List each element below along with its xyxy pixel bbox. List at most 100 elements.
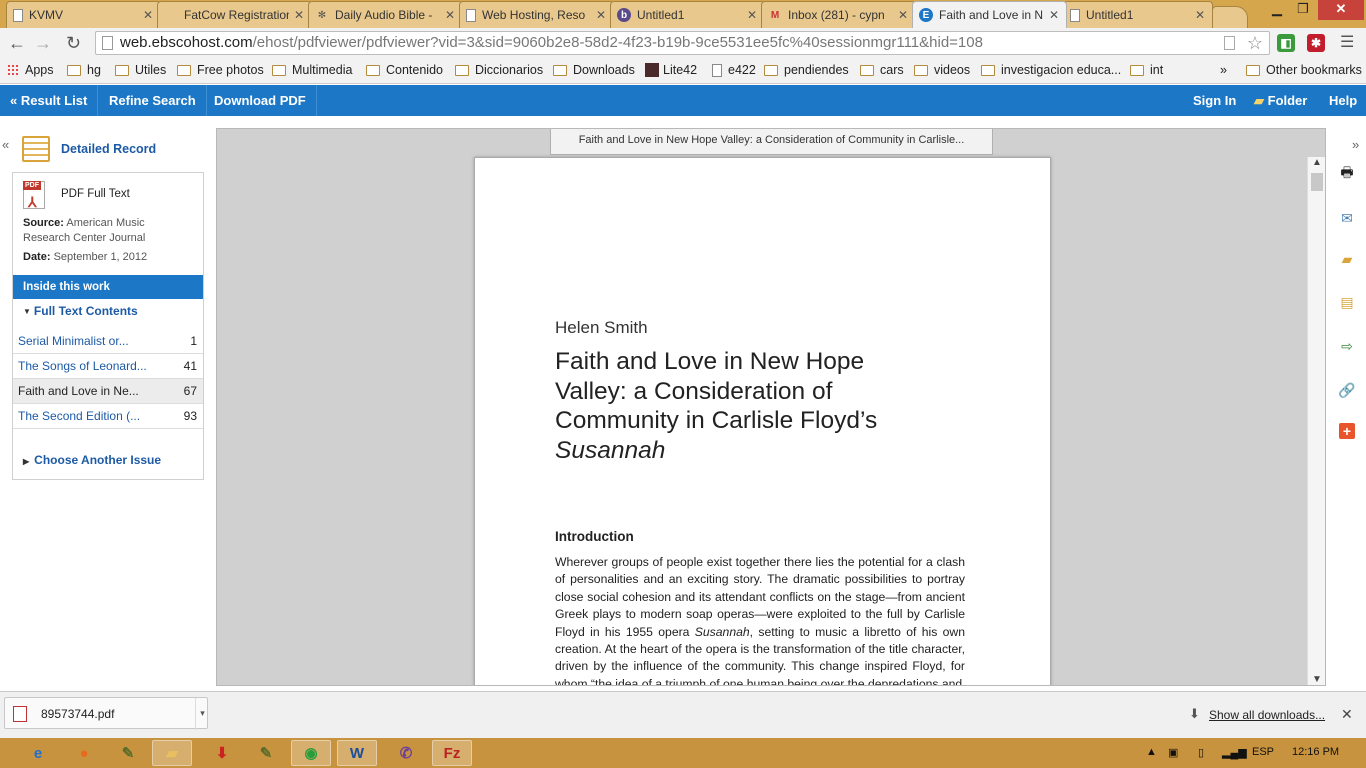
- b-icon: b: [617, 8, 631, 22]
- save-folder-icon[interactable]: ▰: [1337, 250, 1357, 268]
- triangle-down-icon: ▼: [23, 307, 31, 317]
- download-item[interactable]: 89573744.pdf ▾: [4, 697, 209, 730]
- bookmark-apps[interactable]: Apps: [7, 63, 54, 77]
- tab-kvmv[interactable]: KVMV ✕: [6, 1, 161, 28]
- bookmark-free-photos[interactable]: Free photos: [177, 63, 264, 77]
- word-icon[interactable]: W: [337, 740, 377, 766]
- tab-untitled1[interactable]: Untitled1 ✕: [1063, 1, 1213, 28]
- maximize-button[interactable]: ❐: [1290, 0, 1316, 20]
- other-bookmarks[interactable]: Other bookmarks: [1246, 63, 1362, 77]
- pdf-page-icon[interactable]: [1224, 36, 1235, 50]
- bookmark-videos[interactable]: videos: [914, 63, 970, 77]
- folder-icon: [177, 64, 191, 76]
- scroll-down-icon[interactable]: ▼: [1312, 674, 1322, 685]
- close-tab-icon[interactable]: ✕: [746, 8, 758, 22]
- reload-icon[interactable]: ↻: [66, 33, 81, 53]
- bookmark-utiles[interactable]: Utiles: [115, 63, 166, 77]
- email-icon[interactable]: ✉: [1337, 209, 1357, 227]
- print-icon[interactable]: 🖶: [1337, 164, 1357, 183]
- page-icon: [102, 36, 113, 50]
- tab-untitled1-b[interactable]: b Untitled1 ✕: [610, 1, 765, 28]
- minimize-button[interactable]: ▁: [1264, 0, 1290, 20]
- show-all-downloads-link[interactable]: Show all downloads...: [1209, 708, 1325, 722]
- bookmark-int[interactable]: int: [1130, 63, 1163, 77]
- firefox-icon[interactable]: ●: [64, 740, 104, 766]
- close-tab-icon[interactable]: ✕: [293, 8, 305, 22]
- pen-app-2-icon[interactable]: ✎: [246, 740, 286, 766]
- cite-icon[interactable]: ▤: [1337, 293, 1357, 311]
- tab-faith-and-love[interactable]: E Faith and Love in N ✕: [912, 1, 1067, 28]
- bookmark-pendiendes[interactable]: pendiendes: [764, 63, 849, 77]
- toc-item-current[interactable]: Faith and Love in Ne... 67: [13, 379, 203, 404]
- result-list-link[interactable]: « Result List: [0, 85, 99, 116]
- choose-another-issue-link[interactable]: ▶ Choose Another Issue: [23, 453, 161, 467]
- toc-item[interactable]: The Second Edition (... 93: [13, 404, 203, 429]
- bookmark-downloads[interactable]: Downloads: [553, 63, 635, 77]
- export-icon[interactable]: ⇨: [1337, 337, 1357, 355]
- permalink-icon[interactable]: 🔗: [1337, 381, 1357, 399]
- pen-app-icon[interactable]: ✎: [108, 740, 148, 766]
- close-tab-icon[interactable]: ✕: [142, 8, 154, 22]
- extension-green-icon[interactable]: ◧: [1277, 34, 1295, 52]
- article-title: Faith and Love in New Hope Valley: a Con…: [555, 348, 878, 464]
- bookmark-diccionarios[interactable]: Diccionarios: [455, 63, 543, 77]
- bookmarks-overflow-button[interactable]: »: [1220, 63, 1227, 77]
- bookmark-e422[interactable]: e422: [712, 63, 756, 77]
- pdf-viewer[interactable]: Faith and Love in New Hope Valley: a Con…: [216, 128, 1326, 686]
- back-icon[interactable]: ←: [8, 33, 26, 53]
- file-explorer-icon[interactable]: ▰: [152, 740, 192, 766]
- collapse-left-icon[interactable]: «: [2, 137, 9, 152]
- bookmark-investigacion[interactable]: investigacion educa...: [981, 63, 1121, 77]
- collapse-right-icon[interactable]: »: [1352, 137, 1359, 152]
- bookmark-cars[interactable]: cars: [860, 63, 904, 77]
- forward-icon[interactable]: →: [34, 33, 52, 53]
- close-tab-icon[interactable]: ✕: [444, 8, 456, 22]
- bookmark-hg[interactable]: hg: [67, 63, 101, 77]
- close-window-button[interactable]: ✕: [1318, 0, 1364, 20]
- ie-icon[interactable]: e: [18, 740, 58, 766]
- clock[interactable]: 12:16 PM: [1292, 746, 1339, 758]
- close-tab-icon[interactable]: ✕: [595, 8, 607, 22]
- toc-item[interactable]: Serial Minimalist or... 1: [13, 329, 203, 354]
- address-bar[interactable]: web.ebscohost.com/ehost/pdfviewer/pdfvie…: [95, 31, 1270, 55]
- share-plus-icon[interactable]: +: [1339, 423, 1355, 439]
- viber-icon[interactable]: ✆: [386, 740, 426, 766]
- tab-daily-audio-bible[interactable]: ✻ Daily Audio Bible - ✕: [308, 1, 463, 28]
- help-link[interactable]: Help: [1319, 85, 1366, 116]
- signal-icon[interactable]: ▂▄▆: [1222, 746, 1247, 759]
- language-indicator[interactable]: ESP: [1252, 746, 1274, 758]
- scroll-up-icon[interactable]: ▲: [1312, 157, 1322, 168]
- menu-icon[interactable]: ☰: [1340, 33, 1354, 53]
- extension-red-icon[interactable]: ✱: [1307, 34, 1325, 52]
- close-tab-icon[interactable]: ✕: [1048, 8, 1060, 22]
- new-tab-button[interactable]: [1212, 6, 1248, 28]
- bookmark-star-icon[interactable]: ☆: [1247, 32, 1263, 54]
- scroll-thumb[interactable]: [1311, 173, 1323, 191]
- filezilla-icon[interactable]: Fz: [432, 740, 472, 766]
- toc-item[interactable]: The Songs of Leonard... 41: [13, 354, 203, 379]
- tray-expand-icon[interactable]: ▲: [1146, 746, 1157, 758]
- bookmark-contenido[interactable]: Contenido: [366, 63, 443, 77]
- close-tab-icon[interactable]: ✕: [1194, 8, 1206, 22]
- chrome-icon[interactable]: ◉: [291, 740, 331, 766]
- downloader-icon[interactable]: ⬇: [202, 740, 242, 766]
- tab-gmail-inbox[interactable]: M Inbox (281) - cypn ✕: [761, 1, 916, 28]
- viewer-scrollbar[interactable]: ▲ ▼: [1307, 157, 1325, 685]
- tab-web-hosting[interactable]: Web Hosting, Reso ✕: [459, 1, 614, 28]
- close-tab-icon[interactable]: ✕: [897, 8, 909, 22]
- download-pdf-link[interactable]: Download PDF: [204, 85, 317, 116]
- folder-link[interactable]: ▰ Folder: [1244, 85, 1317, 116]
- bookmark-multimedia[interactable]: Multimedia: [272, 63, 352, 77]
- tab-fatcow[interactable]: FatCow Registration ✕: [157, 1, 312, 28]
- battery-icon[interactable]: ▯: [1198, 746, 1204, 759]
- folder-icon: ▰: [1254, 93, 1264, 108]
- detailed-record-link[interactable]: Detailed Record: [22, 136, 156, 162]
- full-text-contents-toggle[interactable]: ▼ Full Text Contents: [23, 304, 138, 318]
- download-menu-icon[interactable]: ▾: [195, 698, 209, 730]
- triangle-right-icon: ▶: [23, 457, 30, 466]
- bookmark-lite42[interactable]: Lite42: [645, 63, 697, 77]
- sign-in-link[interactable]: Sign In: [1183, 85, 1246, 116]
- tray-app-icon[interactable]: ▣: [1168, 746, 1178, 759]
- refine-search-link[interactable]: Refine Search: [99, 85, 207, 116]
- close-downloads-icon[interactable]: ✕: [1341, 706, 1353, 723]
